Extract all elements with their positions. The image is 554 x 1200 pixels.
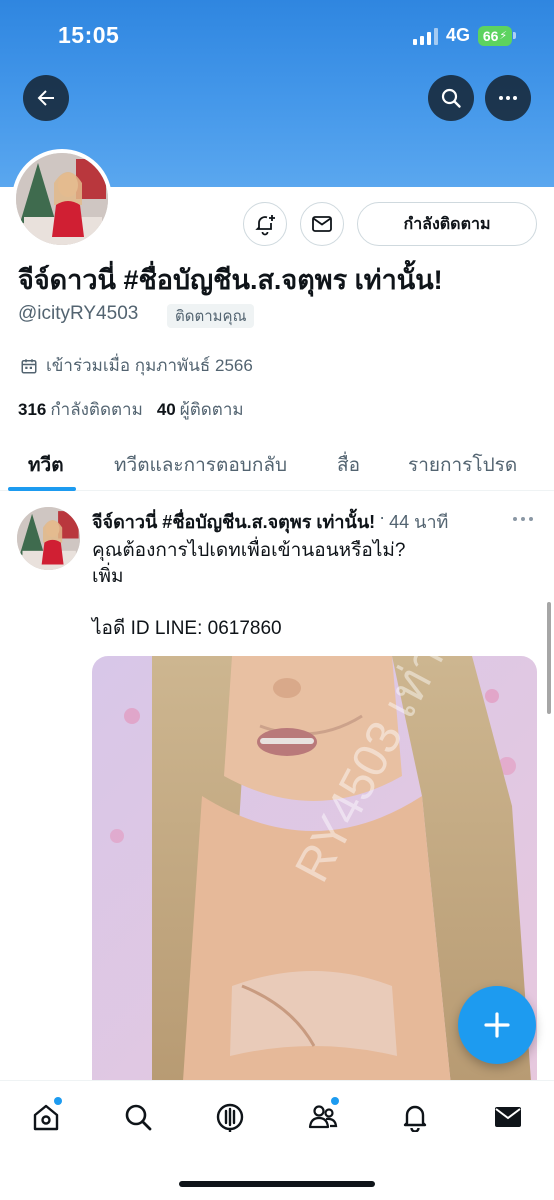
- followers-count: 40: [156, 400, 176, 419]
- spaces-icon: [216, 1103, 244, 1132]
- battery-icon: 66 ⚡: [478, 25, 516, 46]
- communities-unread-dot: [331, 1097, 339, 1105]
- tweet-author[interactable]: จีจ์ดาวนี่ #ชื่อบัญชีน.ส.จตุพร เท่านั้น!: [92, 507, 375, 536]
- bell-plus-icon: [255, 215, 275, 236]
- tab-tweets-and-replies[interactable]: ทวีตและการตอบกลับ: [114, 450, 287, 480]
- joined-text: เข้าร่วมเมื่อ กุมภาพันธ์ 2566: [46, 356, 253, 375]
- joined-date: เข้าร่วมเมื่อ กุมภาพันธ์ 2566: [20, 352, 253, 379]
- profile-tabs: ทวีต ทวีตและการตอบกลับ สื่อ รายการโปรด: [0, 432, 554, 491]
- nav-spaces[interactable]: [212, 1099, 248, 1135]
- tab-media[interactable]: สื่อ: [337, 450, 360, 480]
- tweet-separator: ·: [379, 507, 386, 527]
- signal-icon: [412, 27, 438, 45]
- tweet-line: [92, 590, 405, 616]
- following-count: 316: [18, 400, 47, 419]
- home-unread-dot: [54, 1097, 62, 1105]
- message-button[interactable]: [300, 202, 344, 246]
- tweet-time[interactable]: 44 นาที: [389, 507, 448, 536]
- search-icon: [125, 1104, 152, 1131]
- nav-messages[interactable]: [490, 1099, 526, 1135]
- tweet-line[interactable]: เพิ่ม: [92, 564, 405, 590]
- nav-home[interactable]: [28, 1097, 64, 1135]
- avatar-photo: [16, 153, 108, 245]
- back-button[interactable]: [23, 75, 69, 121]
- calendar-icon: [21, 358, 37, 373]
- nav-communities[interactable]: [305, 1097, 341, 1135]
- home-icon: [33, 1104, 59, 1131]
- tweet-avatar[interactable]: [17, 507, 80, 570]
- search-button[interactable]: [428, 75, 474, 121]
- nav-notifications[interactable]: [397, 1099, 433, 1135]
- search-icon: [441, 88, 461, 108]
- follow-stats: 316 กำลังติดตาม 40 ผู้ติดตาม: [18, 396, 244, 423]
- following-button[interactable]: กำลังติดตาม: [357, 202, 537, 246]
- scrollbar[interactable]: [547, 602, 551, 714]
- profile-avatar[interactable]: [12, 149, 112, 249]
- tweet-line: ไอดี ID LINE: 0617860: [92, 618, 282, 639]
- envelope-icon: [312, 216, 332, 232]
- more-horizontal-icon: [499, 96, 517, 100]
- profile-handle: @icityRY4503: [18, 303, 139, 324]
- profile-display-name: จีจ์ดาวนี่ #ชื่อบัญชีน.ส.จตุพร เท่านั้น!: [18, 265, 443, 295]
- following-stat[interactable]: 316 กำลังติดตาม: [18, 396, 143, 423]
- tweet-header: จีจ์ดาวนี่ #ชื่อบัญชีน.ส.จตุพร เท่านั้น!…: [92, 507, 448, 536]
- active-tab-indicator: [8, 487, 76, 491]
- tweet-more-button[interactable]: [512, 512, 534, 530]
- more-horizontal-icon: [513, 517, 533, 521]
- arrow-left-icon: [37, 90, 54, 106]
- followers-stat[interactable]: 40 ผู้ติดตาม: [157, 396, 244, 423]
- followers-label: ผู้ติดตาม: [179, 400, 244, 419]
- nav-search[interactable]: [120, 1099, 156, 1135]
- messages-icon: [495, 1107, 521, 1127]
- tweet-line: คุณต้องการไปเดทเพื่อเข้านอนหรือไม่?: [92, 540, 406, 561]
- notify-button[interactable]: [243, 202, 287, 246]
- status-indicators: 4G 66 ⚡: [412, 25, 516, 46]
- more-button[interactable]: [485, 75, 531, 121]
- tab-likes[interactable]: รายการโปรด: [408, 450, 517, 480]
- status-time: 15:05: [58, 22, 120, 48]
- home-indicator: [179, 1181, 375, 1187]
- battery-level: 66: [482, 27, 499, 44]
- avatar-photo: [17, 507, 80, 570]
- plus-icon: [484, 1012, 510, 1038]
- network-type: 4G: [445, 25, 470, 45]
- communities-icon: [308, 1105, 338, 1129]
- follows-you-badge: ติดตามคุณ: [167, 304, 255, 328]
- compose-button[interactable]: [458, 986, 536, 1064]
- tweet-text: คุณต้องการไปเดทเพื่อเข้านอนหรือไม่? เพิ่…: [92, 538, 405, 642]
- tab-tweets[interactable]: ทวีต: [28, 450, 64, 480]
- notifications-icon: [403, 1105, 427, 1132]
- following-label: กำลังติดตาม: [50, 400, 143, 419]
